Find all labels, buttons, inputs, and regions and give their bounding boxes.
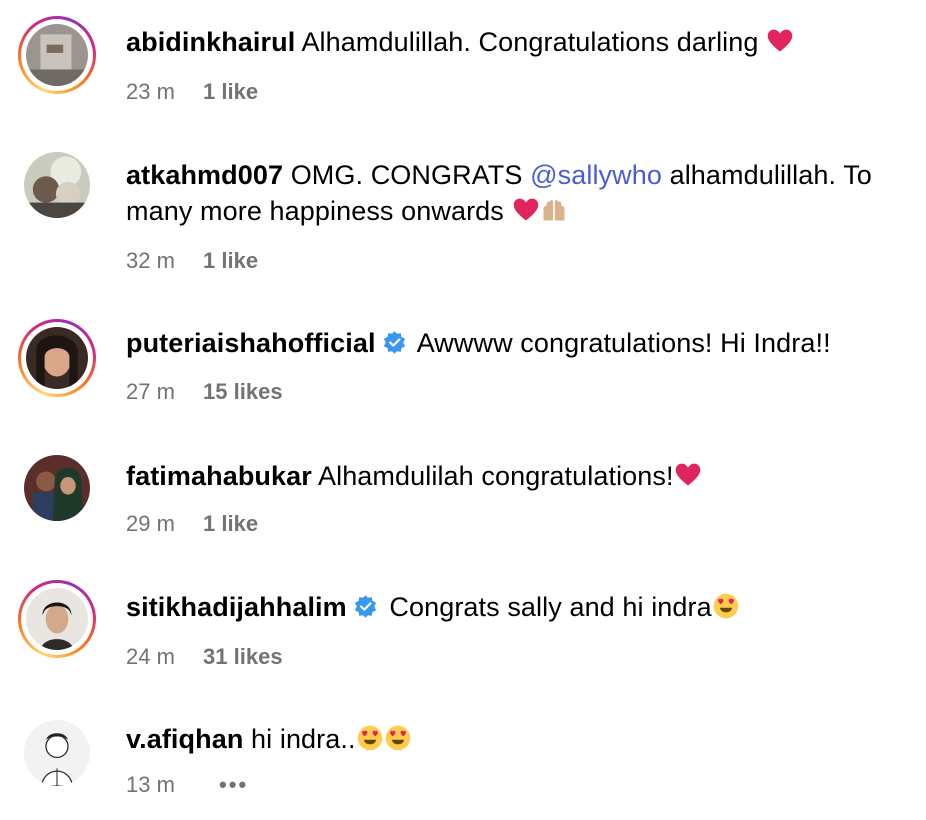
red-heart-icon [674, 461, 702, 489]
comment-text: OMG. CONGRATS [290, 160, 523, 190]
heart-eyes-icon [384, 724, 412, 752]
avatar[interactable] [18, 16, 96, 94]
comment-time[interactable]: 24 m [126, 643, 175, 671]
comment-item: v.afiqhan hi indra.. 13 m ••• [0, 700, 926, 820]
comment-item: abidinkhairul Alhamdulillah. Congratulat… [0, 0, 926, 130]
more-options-button[interactable]: ••• [219, 771, 248, 799]
mention-link[interactable]: @sallywho [530, 160, 662, 190]
comment-item: sitikhadijahhalim Congrats sally and hi … [0, 565, 926, 700]
comment-time[interactable]: 32 m [126, 247, 175, 275]
avatar[interactable] [18, 146, 96, 224]
comment-likes[interactable]: 1 like [203, 510, 258, 538]
heart-eyes-icon [712, 592, 740, 620]
comment-username[interactable]: abidinkhairul [126, 27, 295, 57]
comment-text: Congrats sally and hi indra [389, 592, 712, 622]
comment-username[interactable]: v.afiqhan [126, 724, 243, 754]
comment-likes[interactable]: 1 like [203, 78, 258, 106]
comments-list: abidinkhairul Alhamdulillah. Congratulat… [0, 0, 926, 820]
comment-text: hi indra.. [251, 724, 356, 754]
comment-username[interactable]: atkahmd007 [126, 160, 283, 190]
avatar[interactable] [18, 714, 96, 792]
comment-text: Awwww congratulations! Hi Indra!! [416, 328, 831, 358]
heart-eyes-icon [356, 724, 384, 752]
comment-time[interactable]: 29 m [126, 510, 175, 538]
comment-item: puteriaishahofficial Awwww congratulatio… [0, 300, 926, 435]
avatar[interactable] [18, 580, 96, 658]
avatar[interactable] [18, 449, 96, 527]
red-heart-icon [512, 196, 540, 224]
comment-text: Alhamdulillah. Congratulations darling [301, 27, 759, 57]
avatar[interactable] [18, 319, 96, 397]
comment-username[interactable]: fatimahabukar [126, 461, 312, 491]
comment-likes[interactable]: 15 likes [203, 378, 283, 406]
comment-item: atkahmd007 OMG. CONGRATS @sallywho alham… [0, 130, 926, 300]
comment-time[interactable]: 13 m [126, 771, 175, 799]
comment-username[interactable]: sitikhadijahhalim [126, 592, 347, 622]
comment-likes[interactable]: 31 likes [203, 643, 283, 671]
comment-time[interactable]: 27 m [126, 378, 175, 406]
comment-item: fatimahabukar Alhamdulilah congratulatio… [0, 435, 926, 565]
comment-text: Alhamdulilah congratulations! [317, 461, 674, 491]
comment-username[interactable]: puteriaishahofficial [126, 328, 376, 358]
verified-badge-icon [382, 330, 407, 355]
raised-hands-icon [540, 196, 568, 224]
verified-badge-icon [353, 594, 378, 619]
red-heart-icon [766, 27, 794, 55]
comment-likes[interactable]: 1 like [203, 247, 258, 275]
comment-time[interactable]: 23 m [126, 78, 175, 106]
